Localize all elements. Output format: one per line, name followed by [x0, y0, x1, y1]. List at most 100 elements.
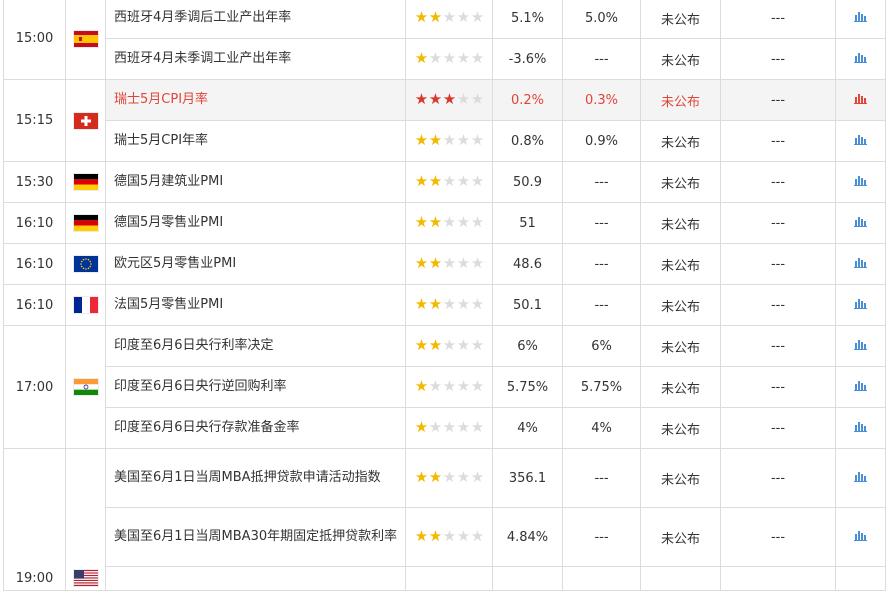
bar-chart-icon[interactable]: [854, 92, 867, 108]
importance-stars: ★ ★ ★ ★ ★: [405, 507, 493, 567]
bar-chart-icon[interactable]: [854, 529, 867, 545]
country-flag-cell: [65, 0, 106, 80]
bar-chart-icon[interactable]: [854, 470, 867, 486]
event-name: 法国5月零售业PMI: [105, 284, 406, 326]
table-row: 17:00 印度至6月6日央行利率决定 ★ ★ ★ ★ ★ 6% 6% 未公布 ---: [3, 325, 886, 449]
chart-link-cell[interactable]: [835, 325, 886, 367]
previous-value: 50.9: [492, 161, 563, 203]
bar-chart-icon[interactable]: [854, 174, 867, 190]
forecast-value: ---: [562, 38, 641, 80]
impact-value: ---: [720, 325, 836, 367]
importance-stars: ★ ★ ★ ★ ★: [405, 325, 493, 367]
actual-value: 未公布: [640, 325, 721, 367]
star-rating: ★ ★ ★ ★ ★: [414, 92, 484, 107]
chart-link-cell[interactable]: [835, 0, 886, 39]
star-empty-icon: ★: [470, 254, 484, 272]
star-filled-icon: ★: [428, 468, 442, 486]
star-empty-icon: ★: [442, 418, 456, 436]
event-name: 德国5月建筑业PMI: [105, 161, 406, 203]
star-empty-icon: ★: [470, 49, 484, 67]
table-row: 19:00 美国至6月1日当周MBA抵押贷款申请活动指数 ★ ★ ★ ★ ★ 356.1 ---…: [3, 448, 886, 591]
actual-value: 未公布: [640, 0, 721, 39]
chart-link-cell[interactable]: [835, 284, 886, 326]
star-empty-icon: ★: [456, 468, 470, 486]
previous-value: 5.1%: [492, 0, 563, 39]
bar-chart-icon[interactable]: [854, 133, 867, 149]
event-name: 西班牙4月未季调工业产出年率: [105, 38, 406, 80]
bar-chart-icon[interactable]: [854, 215, 867, 231]
impact-value: ---: [720, 407, 836, 449]
importance-stars: ★ ★ ★ ★ ★: [405, 448, 493, 508]
star-empty-icon: ★: [442, 254, 456, 272]
table-row: 瑞士5月CPI年率 ★ ★ ★ ★ ★ 0.8% 0.9% 未公布 ---: [4, 120, 886, 162]
forecast-value: ---: [562, 161, 641, 203]
previous-value: 0.8%: [492, 120, 563, 162]
star-filled-icon: ★: [414, 254, 428, 272]
chart-link-cell[interactable]: [835, 120, 886, 162]
chart-link-cell[interactable]: [835, 448, 886, 508]
table-row: 西班牙4月未季调工业产出年率 ★ ★ ★ ★ ★ -3.6% --- 未公布 ---: [4, 38, 886, 80]
event-name: 西班牙4月季调后工业产出年率: [105, 0, 406, 39]
star-empty-icon: ★: [470, 527, 484, 545]
event-name: 欧元区5月零售业PMI: [105, 243, 406, 285]
importance-stars: ★ ★ ★ ★ ★: [405, 243, 493, 285]
star-empty-icon: ★: [456, 295, 470, 313]
event-time: 15:30: [3, 161, 66, 203]
chart-link-cell[interactable]: [835, 507, 886, 567]
chart-link-cell[interactable]: [835, 161, 886, 203]
previous-value: 356.1: [492, 448, 563, 508]
bar-chart-icon[interactable]: [854, 420, 867, 436]
bar-chart-icon[interactable]: [854, 10, 867, 26]
star-empty-icon: ★: [442, 213, 456, 231]
importance-stars: ★ ★ ★ ★ ★: [405, 366, 493, 408]
star-empty-icon: ★: [442, 527, 456, 545]
star-filled-icon: ★: [428, 131, 442, 149]
table-row: 15:15 瑞士5月CPI月率 ★ ★ ★ ★ ★ 0.2% 0.3% 未公布 ---: [3, 79, 886, 162]
forecast-value: 5.75%: [562, 366, 641, 408]
france-flag: [73, 297, 98, 313]
impact-value: ---: [720, 448, 836, 508]
star-rating: ★ ★ ★ ★ ★: [414, 10, 484, 25]
star-empty-icon: ★: [470, 90, 484, 108]
germany-flag: [73, 215, 98, 231]
importance-stars: ★ ★ ★ ★ ★: [405, 202, 493, 244]
previous-value: 4.84%: [492, 507, 563, 567]
star-rating: ★ ★ ★ ★ ★: [414, 133, 484, 148]
chart-link-cell[interactable]: [835, 243, 886, 285]
table-row: 美国至6月1日当周MBA30年期固定抵押贷款利率 ★ ★ ★ ★ ★ 4.84% --- 未公布…: [4, 507, 886, 567]
star-filled-icon: ★: [414, 213, 428, 231]
star-empty-icon: ★: [456, 377, 470, 395]
actual-value: 未公布: [640, 407, 721, 449]
chart-link-cell[interactable]: [835, 407, 886, 449]
star-filled-icon: ★: [414, 377, 428, 395]
star-rating: ★ ★ ★ ★ ★: [414, 51, 484, 66]
chart-link-cell[interactable]: [835, 366, 886, 408]
star-empty-icon: ★: [470, 131, 484, 149]
previous-value: -3.6%: [492, 38, 563, 80]
forecast-value: ---: [562, 284, 641, 326]
bar-chart-icon[interactable]: [854, 256, 867, 272]
chart-link-cell[interactable]: [835, 38, 886, 80]
chart-link-cell[interactable]: [835, 202, 886, 244]
bar-chart-icon[interactable]: [854, 338, 867, 354]
star-filled-icon: ★: [428, 336, 442, 354]
table-row: 16:10 法国5月零售业PMI ★ ★ ★ ★ ★ 50.1 --- 未公布 ---: [3, 284, 886, 326]
forecast-value: ---: [562, 448, 641, 508]
star-filled-icon: ★: [414, 336, 428, 354]
star-empty-icon: ★: [456, 418, 470, 436]
table-row: 15:30 德国5月建筑业PMI ★ ★ ★ ★ ★ 50.9 --- 未公布 ---: [3, 161, 886, 203]
impact-value: ---: [720, 120, 836, 162]
star-rating: ★ ★ ★ ★ ★: [414, 338, 484, 353]
eu-flag: [73, 256, 98, 272]
bar-chart-icon[interactable]: [854, 51, 867, 67]
importance-stars: ★ ★ ★ ★ ★: [405, 161, 493, 203]
chart-link-cell[interactable]: [835, 79, 886, 121]
bar-chart-icon[interactable]: [854, 379, 867, 395]
star-filled-icon: ★: [428, 90, 442, 108]
table-row: 16:10 德国5月零售业PMI ★ ★ ★ ★ ★ 51 --- 未公布 ---: [3, 202, 886, 244]
bar-chart-icon[interactable]: [854, 297, 867, 313]
actual-value: 未公布: [640, 284, 721, 326]
impact-value: ---: [720, 161, 836, 203]
event-name: 瑞士5月CPI年率: [105, 120, 406, 162]
india-flag: [73, 379, 98, 395]
